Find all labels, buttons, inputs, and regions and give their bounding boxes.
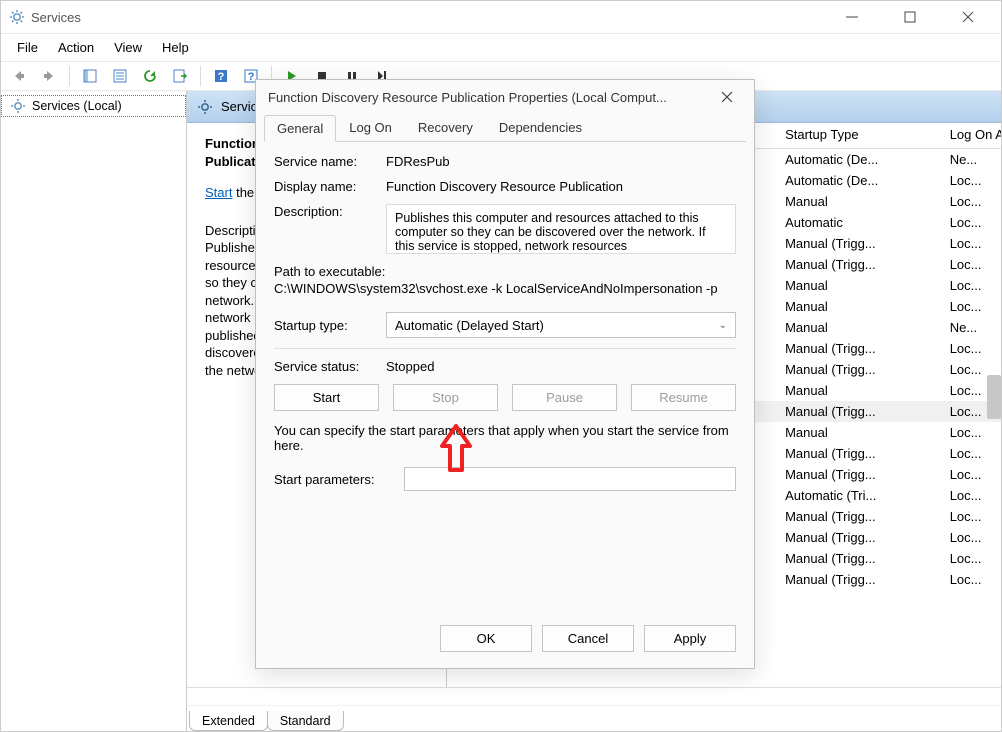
ok-button[interactable]: OK xyxy=(440,625,532,652)
svg-text:?: ? xyxy=(218,71,225,83)
stop-button[interactable]: Stop xyxy=(393,384,498,411)
tree-node-services-local[interactable]: Services (Local) xyxy=(1,95,186,117)
label-path: Path to executable: xyxy=(274,264,736,279)
help-button[interactable]: ? xyxy=(209,64,233,88)
dialog-title: Function Discovery Resource Publication … xyxy=(268,90,706,105)
label-startup-type: Startup type: xyxy=(274,318,386,333)
menu-action[interactable]: Action xyxy=(48,36,104,59)
col-startup-type: Startup Type xyxy=(777,123,942,149)
view-tabs: Extended Standard xyxy=(187,705,1001,731)
col-logon: Log On As xyxy=(942,123,1001,149)
dialog-close-button[interactable] xyxy=(706,83,748,111)
menu-bar: File Action View Help xyxy=(1,33,1001,61)
chevron-down-icon: ⌄ xyxy=(719,320,727,331)
services-icon xyxy=(197,99,213,115)
console-tree: Services (Local) xyxy=(1,91,187,731)
value-description[interactable]: Publishes this computer and resources at… xyxy=(386,204,736,254)
start-params-hint: You can specify the start parameters tha… xyxy=(274,423,736,453)
menu-file[interactable]: File xyxy=(7,36,48,59)
tab-logon[interactable]: Log On xyxy=(336,114,405,141)
tab-standard[interactable]: Standard xyxy=(267,711,344,731)
label-service-name: Service name: xyxy=(274,154,386,169)
apply-button[interactable]: Apply xyxy=(644,625,736,652)
back-button[interactable] xyxy=(7,64,31,88)
refresh-button[interactable] xyxy=(138,64,162,88)
tab-recovery[interactable]: Recovery xyxy=(405,114,486,141)
menu-help[interactable]: Help xyxy=(152,36,199,59)
window-titlebar: Services xyxy=(1,1,1001,33)
maximize-button[interactable] xyxy=(881,2,939,32)
tab-extended[interactable]: Extended xyxy=(189,711,268,731)
dialog-tabs: General Log On Recovery Dependencies xyxy=(264,114,746,142)
tab-general[interactable]: General xyxy=(264,115,336,142)
tree-node-label: Services (Local) xyxy=(32,99,122,113)
svg-text:?: ? xyxy=(248,71,255,83)
dialog-footer: OK Cancel Apply xyxy=(256,615,754,668)
horizontal-scrollbar[interactable] xyxy=(187,687,1001,705)
label-description: Description: xyxy=(274,204,386,219)
services-icon xyxy=(10,98,26,114)
startup-type-dropdown[interactable]: Automatic (Delayed Start) ⌄ xyxy=(386,312,736,338)
dialog-titlebar[interactable]: Function Discovery Resource Publication … xyxy=(256,80,754,114)
detail-start-link[interactable]: Start xyxy=(205,185,232,200)
start-button[interactable]: Start xyxy=(274,384,379,411)
window-title: Services xyxy=(31,10,823,25)
label-start-parameters: Start parameters: xyxy=(274,472,404,487)
pause-button[interactable]: Pause xyxy=(512,384,617,411)
close-button[interactable] xyxy=(939,2,997,32)
resume-button[interactable]: Resume xyxy=(631,384,736,411)
vertical-scrollbar[interactable] xyxy=(987,375,1001,419)
export-button[interactable] xyxy=(168,64,192,88)
forward-button[interactable] xyxy=(37,64,61,88)
menu-view[interactable]: View xyxy=(104,36,152,59)
properties-dialog: Function Discovery Resource Publication … xyxy=(255,79,755,669)
value-service-name: FDResPub xyxy=(386,154,736,169)
start-parameters-input[interactable] xyxy=(404,467,736,491)
value-path: C:\WINDOWS\system32\svchost.exe -k Local… xyxy=(274,281,736,296)
label-service-status: Service status: xyxy=(274,359,386,374)
dialog-body: Service name: FDResPub Display name: Fun… xyxy=(256,142,754,615)
value-service-status: Stopped xyxy=(386,359,736,374)
cancel-button[interactable]: Cancel xyxy=(542,625,634,652)
services-icon xyxy=(9,9,25,25)
value-display-name: Function Discovery Resource Publication xyxy=(386,179,736,194)
show-hide-tree-button[interactable] xyxy=(78,64,102,88)
label-display-name: Display name: xyxy=(274,179,386,194)
minimize-button[interactable] xyxy=(823,2,881,32)
tab-dependencies[interactable]: Dependencies xyxy=(486,114,595,141)
properties-button[interactable] xyxy=(108,64,132,88)
startup-type-value: Automatic (Delayed Start) xyxy=(395,318,544,333)
